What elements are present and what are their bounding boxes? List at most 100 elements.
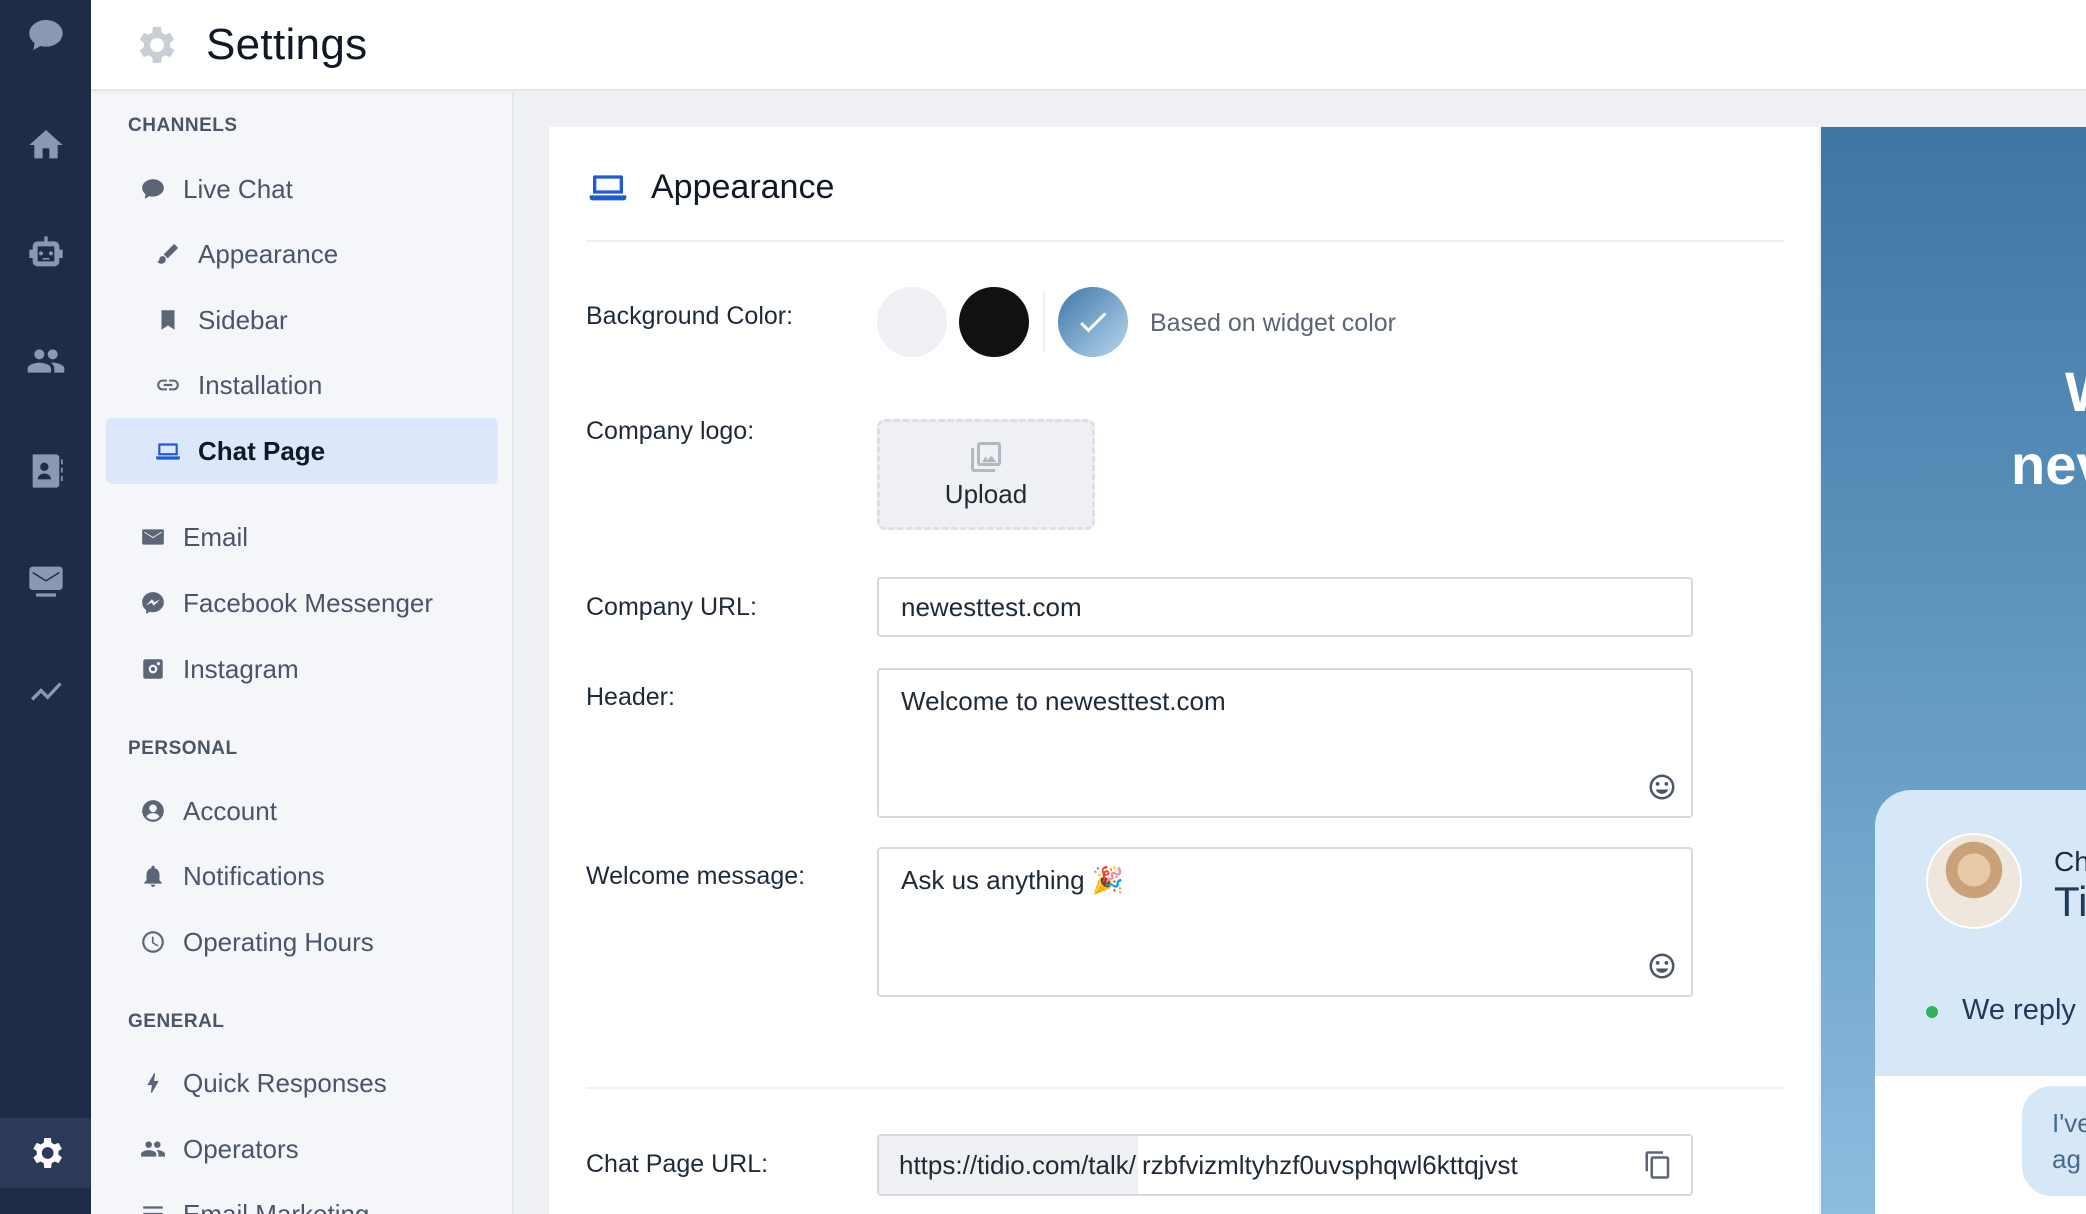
- preview-heading-line1: W: [2065, 359, 2086, 424]
- company-url-value: newesttest.com: [901, 591, 1082, 622]
- settings-icon[interactable]: [0, 1118, 91, 1188]
- header-value: Welcome to newesttest.com: [901, 686, 1226, 716]
- nav-item-label: Facebook Messenger: [183, 587, 434, 618]
- preview-heading-line2: nev: [2011, 433, 2086, 496]
- preview-message-bubble: I've ag: [2022, 1086, 2086, 1196]
- laptop-icon: [589, 175, 627, 201]
- nav-item-facebook-messenger[interactable]: Facebook Messenger: [106, 570, 498, 636]
- nav-item-quick-responses[interactable]: Quick Responses: [106, 1050, 498, 1116]
- nav-section-general: GENERAL: [128, 1011, 225, 1032]
- nav-item-notifications[interactable]: Notifications: [106, 843, 498, 909]
- company-logo-label: Company logo:: [586, 417, 755, 445]
- envelope-icon: [139, 523, 167, 551]
- chat-page-preview: W nev Ch Ti: [1821, 127, 2086, 1214]
- nav-item-label: Account: [183, 795, 277, 826]
- reply-status-text: We reply: [1962, 994, 2076, 1026]
- brush-icon: [154, 240, 182, 268]
- welcome-message-label: Welcome message:: [586, 862, 806, 890]
- nav-item-label: Live Chat: [183, 173, 293, 204]
- nav-item-label: Email Marketing: [183, 1198, 370, 1214]
- divider: [586, 1087, 1784, 1089]
- bell-icon: [139, 862, 167, 890]
- online-status-dot: [1926, 1006, 1938, 1018]
- chat-page-url-field[interactable]: https://tidio.com/talk/ rzbfvizmltyhzf0u…: [877, 1134, 1693, 1196]
- copy-icon[interactable]: [1643, 1150, 1673, 1180]
- nav-item-email[interactable]: Email: [106, 504, 498, 570]
- header-textarea[interactable]: Welcome to newesttest.com: [877, 668, 1693, 818]
- nav-item-live-chat[interactable]: Live Chat: [106, 156, 498, 222]
- nav-item-label: Chat Page: [198, 435, 326, 466]
- nav-item-label: Operating Hours: [183, 926, 374, 957]
- smiley-icon[interactable]: [1647, 951, 1677, 981]
- welcome-message-textarea[interactable]: Ask us anything 🎉: [877, 847, 1693, 997]
- preview-card-line2: Ti: [2054, 878, 2086, 925]
- nav-item-appearance[interactable]: Appearance: [106, 221, 498, 287]
- welcome-message-value: Ask us anything 🎉: [901, 865, 1125, 895]
- url-prefix: https://tidio.com/talk/: [879, 1136, 1138, 1194]
- nav-item-account[interactable]: Account: [106, 778, 498, 844]
- avatar: [1926, 833, 2022, 929]
- bot-icon[interactable]: [0, 218, 91, 288]
- home-icon[interactable]: [0, 110, 91, 180]
- clock-icon: [139, 928, 167, 956]
- bubble-line1: I've: [2052, 1108, 2086, 1138]
- swatch-caption: Based on widget color: [1150, 309, 1396, 337]
- swatch-divider: [1043, 292, 1045, 352]
- page-header: Settings: [91, 0, 2086, 91]
- divider: [586, 240, 1784, 242]
- background-color-label: Background Color:: [586, 302, 794, 330]
- upload-logo-button[interactable]: Upload: [877, 419, 1095, 530]
- image-icon: [971, 442, 1001, 472]
- settings-nav: CHANNELS Live Chat Appearance Sidebar In…: [91, 93, 514, 1214]
- contacts-icon[interactable]: [0, 436, 91, 506]
- appearance-panel: Appearance Background Color: Based on wi…: [549, 127, 1819, 1214]
- nav-item-label: Quick Responses: [183, 1067, 387, 1098]
- nav-section-personal: PERSONAL: [128, 738, 238, 759]
- bookmark-icon: [154, 306, 182, 334]
- nav-item-label: Installation: [198, 369, 323, 400]
- list-icon: [139, 1200, 167, 1214]
- chat-page-url-label: Chat Page URL:: [586, 1150, 769, 1178]
- laptop-icon: [154, 437, 182, 465]
- nav-item-email-marketing[interactable]: Email Marketing: [106, 1181, 498, 1214]
- nav-item-instagram[interactable]: Instagram: [106, 636, 498, 702]
- account-icon: [139, 797, 167, 825]
- upload-label: Upload: [944, 479, 1028, 509]
- people-icon: [139, 1135, 167, 1163]
- panel-title: Appearance: [651, 167, 835, 206]
- instagram-icon: [139, 655, 167, 683]
- nav-item-label: Notifications: [183, 860, 325, 891]
- nav-item-chat-page[interactable]: Chat Page: [106, 418, 498, 484]
- link-icon: [154, 371, 182, 399]
- nav-section-channels: CHANNELS: [128, 115, 238, 136]
- visitors-icon[interactable]: [0, 326, 91, 396]
- nav-item-installation[interactable]: Installation: [106, 352, 498, 418]
- company-url-input[interactable]: newesttest.com: [877, 577, 1693, 637]
- url-slug: rzbfvizmltyhzf0uvsphqwl6kttqjvst: [1141, 1149, 1518, 1180]
- smiley-icon[interactable]: [1647, 772, 1677, 802]
- nav-item-label: Sidebar: [198, 304, 288, 335]
- nav-item-operating-hours[interactable]: Operating Hours: [106, 909, 498, 975]
- nav-item-label: Operators: [183, 1133, 299, 1164]
- nav-item-label: Instagram: [183, 653, 299, 684]
- page-title: Settings: [206, 19, 368, 69]
- bolt-icon: [139, 1069, 167, 1097]
- chat-icon[interactable]: [0, 0, 91, 70]
- inbox-icon[interactable]: [0, 545, 91, 615]
- header-label: Header:: [586, 683, 675, 711]
- nav-item-sidebar[interactable]: Sidebar: [106, 287, 498, 353]
- app-rail: [0, 0, 91, 1214]
- nav-item-label: Appearance: [198, 238, 339, 269]
- chat-bubble-icon: [139, 175, 167, 203]
- gear-icon: [139, 26, 175, 63]
- nav-item-label: Email: [183, 521, 249, 552]
- panel-header: Appearance: [586, 167, 834, 207]
- nav-item-operators[interactable]: Operators: [106, 1116, 498, 1182]
- checkmark-icon: [1080, 312, 1107, 333]
- widget-color-swatch[interactable]: [1058, 287, 1128, 357]
- dark-color-swatch[interactable]: [959, 287, 1029, 357]
- messenger-icon: [139, 589, 167, 617]
- bubble-line2: ag: [2052, 1144, 2081, 1174]
- analytics-icon[interactable]: [0, 654, 91, 724]
- light-color-swatch[interactable]: [877, 287, 947, 357]
